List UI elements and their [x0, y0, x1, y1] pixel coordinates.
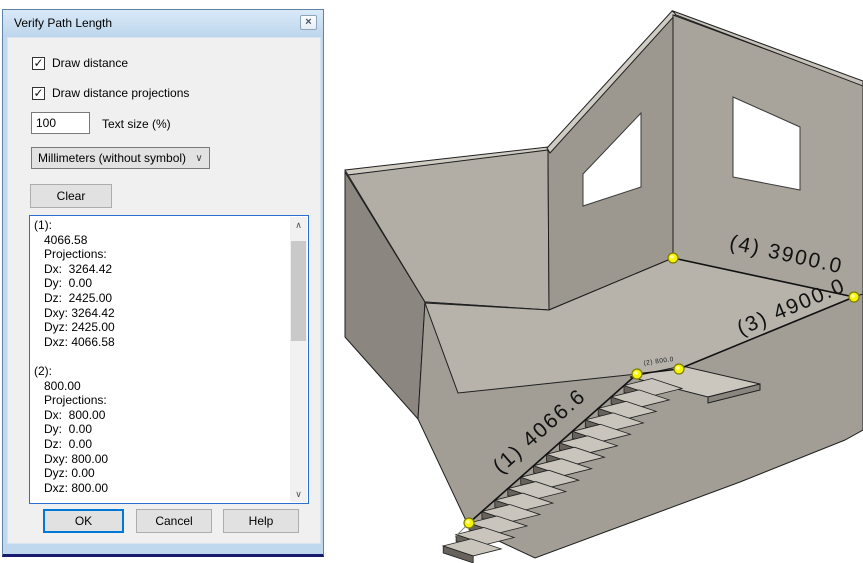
- text-size-input[interactable]: [31, 112, 90, 134]
- checkbox-draw-distance-label: Draw distance: [52, 56, 128, 70]
- close-icon[interactable]: ×: [300, 15, 317, 30]
- scrollbar-thumb[interactable]: [291, 241, 306, 341]
- checkmark-icon: ✓: [33, 56, 43, 70]
- checkbox-draw-distance[interactable]: ✓: [32, 57, 45, 70]
- scroll-up-icon[interactable]: ∧: [290, 217, 307, 233]
- dialog-title: Verify Path Length: [14, 10, 112, 37]
- scroll-down-icon[interactable]: ∨: [290, 486, 307, 502]
- results-scrollbar[interactable]: ∧ ∨: [290, 217, 307, 502]
- verify-path-length-dialog: Verify Path Length × ✓ Draw distance ✓ D…: [2, 9, 324, 557]
- checkmark-icon: ✓: [33, 86, 43, 100]
- clear-button[interactable]: Clear: [30, 184, 112, 208]
- draw-projections-row: ✓ Draw distance projections: [32, 86, 189, 100]
- results-text: (1): 4066.58 Projections: Dx: 3264.42 Dy…: [34, 218, 288, 504]
- results-list[interactable]: (1): 4066.58 Projections: Dx: 3264.42 Dy…: [29, 215, 309, 504]
- units-dropdown-selected: Millimeters (without symbol): [32, 151, 189, 165]
- units-dropdown[interactable]: Millimeters (without symbol) ∨: [31, 147, 210, 169]
- checkbox-draw-projections[interactable]: ✓: [32, 87, 45, 100]
- help-button[interactable]: Help: [223, 509, 299, 533]
- chevron-down-icon: ∨: [189, 153, 209, 164]
- 3d-viewport[interactable]: (1) 4066.6 (2) 800.0 (3) 4900.0 (4) 3900…: [330, 0, 863, 563]
- cancel-button[interactable]: Cancel: [136, 509, 212, 533]
- ok-button[interactable]: OK: [43, 509, 124, 533]
- draw-distance-row: ✓ Draw distance: [32, 56, 128, 70]
- checkbox-draw-projections-label: Draw distance projections: [52, 86, 189, 100]
- dialog-titlebar[interactable]: Verify Path Length ×: [3, 10, 323, 37]
- text-size-label: Text size (%): [102, 112, 171, 134]
